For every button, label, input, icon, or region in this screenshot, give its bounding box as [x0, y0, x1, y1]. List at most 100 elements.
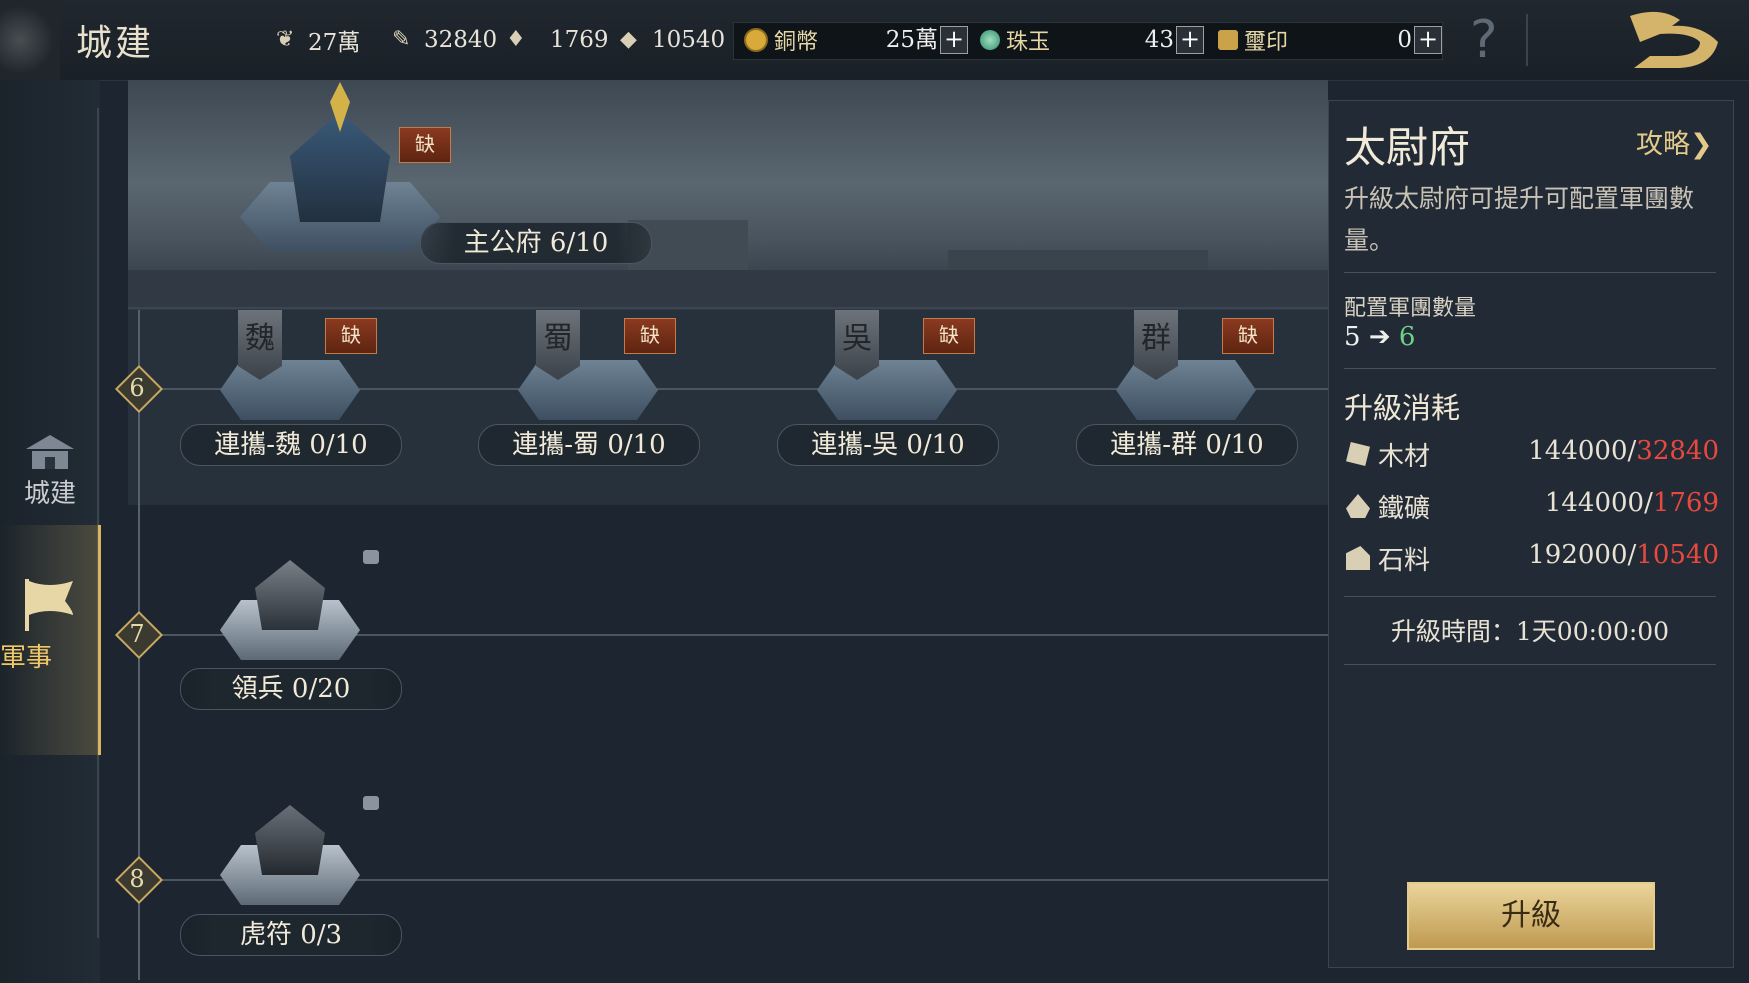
upgrade-time: 升級時間：1天00:00:00 [1344, 612, 1716, 648]
resource-value: 10540 [652, 27, 726, 53]
sidebar-item-label: 城建 [23, 479, 76, 509]
building-label: 連攜-魏 0/10 [180, 424, 402, 466]
resource-iron: ♦ 1769 [506, 22, 609, 58]
dragon-back-icon [1630, 11, 1718, 68]
building-command[interactable] [210, 550, 370, 670]
slots-from: 5 [1344, 322, 1361, 352]
divider [1344, 596, 1716, 597]
panel-description: 升級太尉府可提升可配置軍團數量。 [1344, 184, 1695, 255]
building-label: 連攜-吳 0/10 [777, 424, 999, 466]
currency-bar [733, 22, 1443, 60]
cost-row-wood: 木材 144000/32840 [1344, 436, 1719, 476]
panel-title: 太尉府 [1344, 123, 1471, 172]
building-label: 領兵 0/20 [180, 668, 402, 710]
cost-label: 鐵礦 [1378, 494, 1431, 524]
copper-coin-icon [744, 28, 768, 52]
divider [1344, 664, 1716, 665]
resource-stone: ◆ 10540 [620, 22, 725, 58]
building-base [817, 360, 957, 420]
lock-icon [363, 796, 379, 810]
building-tiger-tally[interactable] [210, 795, 370, 915]
currency-jade: 珠玉 [980, 22, 1050, 58]
building-model [255, 560, 325, 630]
slots-to: 6 [1398, 322, 1416, 352]
tier-level: 6 [129, 374, 145, 402]
building-base [220, 360, 360, 420]
upgrade-button[interactable]: 升級 [1407, 882, 1655, 950]
building-base [1116, 360, 1256, 420]
arrow-right-icon: ➔ [1368, 322, 1391, 352]
resource-wood: ✎ 32840 [392, 22, 497, 58]
divider [128, 307, 1328, 309]
iron-icon [1346, 494, 1370, 518]
currency-value: 25萬 [885, 27, 938, 53]
time-label: 升級時間： [1390, 617, 1516, 646]
cost-amount: 144000/1769 [1545, 488, 1719, 518]
cost-required: 144000/ [1528, 436, 1637, 466]
add-jade-button[interactable]: + [1176, 26, 1204, 54]
sidebar-item-label: 軍事 [0, 643, 53, 673]
missing-tag: 缺 [399, 127, 451, 163]
add-copper-button[interactable]: + [940, 26, 968, 54]
iron-icon: ♦ [506, 27, 526, 52]
faction-flag: 魏 [238, 310, 282, 380]
cost-label: 木材 [1378, 442, 1431, 472]
cost-owned: 32840 [1636, 436, 1719, 466]
city-gate-icon [26, 435, 74, 469]
page-title: 城建 [76, 23, 155, 64]
cost-owned: 1769 [1652, 488, 1719, 518]
building-label: 連攜-群 0/10 [1076, 424, 1298, 466]
wood-icon [1346, 442, 1370, 466]
divider [1526, 14, 1528, 66]
building-main-hall[interactable] [240, 82, 440, 272]
currency-seal: 璽印 [1218, 22, 1288, 58]
back-button[interactable] [1620, 6, 1730, 74]
currency-label: 銅幣 [774, 30, 819, 55]
resource-value: 27萬 [308, 30, 361, 56]
add-seal-button[interactable]: + [1414, 26, 1442, 54]
cost-row-stone: 石料 192000/10540 [1344, 540, 1719, 580]
faction-flag: 蜀 [536, 310, 580, 380]
dragon-ornament-icon [0, 0, 60, 80]
time-value: 1天00:00:00 [1515, 617, 1670, 646]
grain-icon: ❦ [276, 27, 295, 52]
building-base [518, 360, 658, 420]
divider [1344, 368, 1716, 369]
faction-flag: 吳 [835, 310, 879, 380]
resource-grain: ❦ 27萬 [276, 22, 360, 58]
cost-owned: 10540 [1636, 540, 1719, 570]
tier-level: 7 [129, 620, 145, 648]
cost-required: 192000/ [1528, 540, 1637, 570]
missing-tag: 缺 [923, 318, 975, 354]
slots-change: 5 ➔ 6 [1344, 322, 1415, 352]
resource-value: 1769 [550, 27, 609, 53]
missing-tag: 缺 [624, 318, 676, 354]
building-label: 連攜-蜀 0/10 [478, 424, 700, 466]
wood-icon: ✎ [392, 27, 411, 52]
ground-silhouette [128, 270, 1328, 310]
currency-value: 43 [1144, 27, 1174, 53]
missing-tag: 缺 [1222, 318, 1274, 354]
currency-value: 0 [1397, 27, 1412, 53]
golden-ornament-icon [330, 82, 350, 132]
cost-title: 升級消耗 [1344, 391, 1461, 425]
help-button[interactable]: ? [1470, 10, 1498, 70]
guide-link[interactable]: 攻略❯ [1636, 122, 1713, 161]
main-hall-label: 主公府 6/10 [420, 222, 652, 264]
stone-icon: ◆ [620, 27, 637, 52]
stone-icon [1346, 546, 1370, 570]
cost-amount: 192000/10540 [1528, 540, 1719, 570]
currency-label: 璽印 [1244, 30, 1289, 55]
sidebar-divider [97, 108, 99, 938]
cost-required: 144000/ [1544, 488, 1653, 518]
lock-icon [363, 550, 379, 564]
tier-level: 8 [129, 865, 145, 893]
slots-label: 配置軍團數量 [1344, 296, 1477, 321]
sidebar-item-military[interactable]: 軍事 [0, 525, 101, 755]
sidebar-item-city[interactable]: 城建 [0, 425, 100, 520]
faction-flag: 群 [1134, 310, 1178, 380]
cost-label: 石料 [1378, 546, 1431, 576]
missing-tag: 缺 [325, 318, 377, 354]
currency-label: 珠玉 [1006, 30, 1051, 55]
currency-copper: 銅幣 [744, 22, 818, 58]
